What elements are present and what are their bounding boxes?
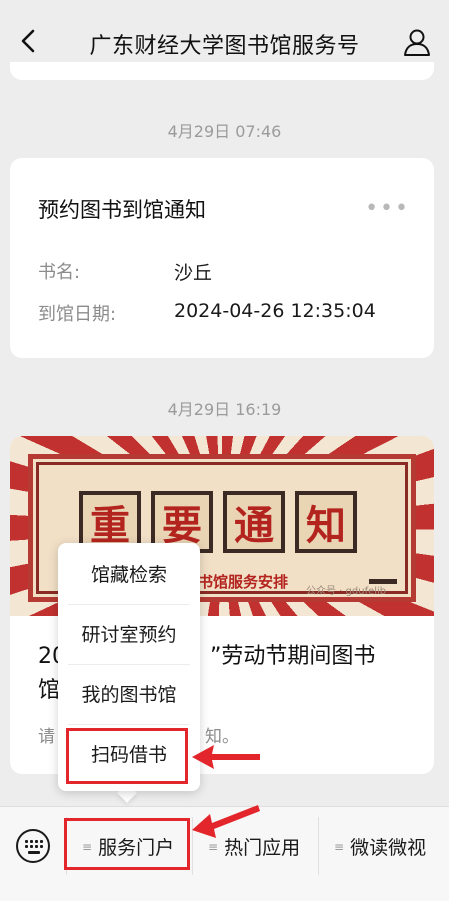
menu-item-study-room-booking[interactable]: 研讨室预约 bbox=[68, 605, 190, 665]
title-line2: 馆 bbox=[38, 678, 61, 703]
profile-icon[interactable] bbox=[401, 26, 433, 58]
back-arrow-icon[interactable] bbox=[14, 26, 44, 56]
page-title: 广东财经大学图书馆服务号 bbox=[89, 34, 360, 59]
menu-label: 热门应用 bbox=[224, 837, 301, 859]
notice-title: 预约图书到馆通知 bbox=[38, 198, 206, 222]
banner-watermark: 公众号 · gdufelib bbox=[306, 586, 387, 597]
menu-item-my-library[interactable]: 我的图书馆 bbox=[68, 665, 190, 725]
reservation-notice-card[interactable]: 预约图书到馆通知 ••• 书名: 沙丘 到馆日期: 2024-04-26 12:… bbox=[10, 158, 434, 358]
book-name-label: 书名: bbox=[38, 262, 81, 283]
arrival-date-value: 2024-04-26 12:35:04 bbox=[174, 300, 376, 322]
menu-item-catalog-search[interactable]: 馆藏检索 bbox=[68, 545, 190, 605]
red-arrow-icon bbox=[192, 805, 260, 838]
highlight-service-portal bbox=[64, 818, 190, 870]
message-timestamp: 4月29日 07:46 bbox=[167, 122, 282, 141]
banner-char: 通 bbox=[223, 491, 285, 553]
previous-message-card bbox=[10, 62, 434, 80]
menu-divider bbox=[318, 817, 319, 875]
message-timestamp: 4月29日 16:19 bbox=[167, 400, 282, 419]
highlight-scan-borrow bbox=[66, 728, 188, 784]
menu-lines-icon: ≡ bbox=[334, 840, 345, 854]
more-options-icon[interactable]: ••• bbox=[365, 196, 410, 221]
desc-start: 请 bbox=[38, 727, 55, 747]
menu-micro-read-video[interactable]: ≡ 微读微视 bbox=[334, 833, 426, 860]
menu-lines-icon: ≡ bbox=[208, 840, 219, 854]
book-name-value: 沙丘 bbox=[174, 262, 213, 284]
arrival-date-label: 到馆日期: bbox=[38, 304, 117, 325]
banner-char: 知 bbox=[295, 491, 357, 553]
keyboard-toggle-icon[interactable] bbox=[16, 829, 50, 863]
title-continued: ”劳动节期间图书 bbox=[210, 644, 376, 669]
menu-label: 微读微视 bbox=[350, 837, 427, 859]
red-arrow-icon bbox=[192, 745, 260, 769]
